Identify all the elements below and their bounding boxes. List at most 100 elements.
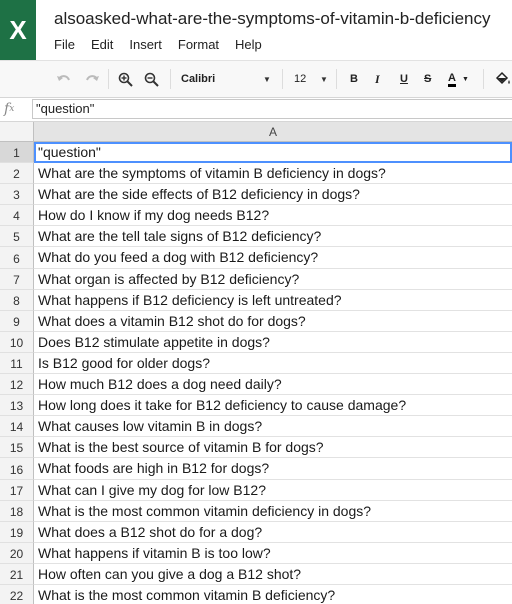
zoom-out-button[interactable] bbox=[144, 61, 159, 97]
row-number[interactable]: 17 bbox=[0, 479, 34, 501]
strikethrough-button[interactable]: S bbox=[424, 61, 431, 97]
undo-icon bbox=[57, 75, 70, 81]
bold-button[interactable]: B bbox=[350, 61, 358, 97]
table-row: 1 "question" bbox=[0, 142, 512, 164]
row-number[interactable]: 19 bbox=[0, 521, 34, 543]
row-number[interactable]: 1 bbox=[0, 142, 34, 164]
row-number[interactable]: 7 bbox=[0, 268, 34, 290]
menu-bar: File Edit Insert Format Help bbox=[54, 37, 278, 55]
row-number[interactable]: 22 bbox=[0, 584, 34, 604]
row-number[interactable]: 13 bbox=[0, 395, 34, 417]
chevron-down-icon: ▼ bbox=[320, 74, 328, 84]
table-row: 12 How much B12 does a dog need daily? bbox=[0, 374, 512, 396]
row-number[interactable]: 11 bbox=[0, 352, 34, 375]
document-title[interactable]: alsoasked-what-are-the-symptoms-of-vitam… bbox=[54, 9, 512, 29]
table-row: 19 What does a B12 shot do for a dog? bbox=[0, 521, 512, 543]
table-cell[interactable]: What does a vitamin B12 shot do for dogs… bbox=[34, 311, 512, 332]
row-number[interactable]: 5 bbox=[0, 226, 34, 248]
table-cell[interactable]: Is B12 good for older dogs? bbox=[34, 353, 512, 375]
zoom-out-icon bbox=[144, 72, 159, 87]
row-number[interactable]: 9 bbox=[0, 310, 34, 332]
redo-button[interactable] bbox=[84, 61, 100, 97]
table-cell[interactable]: How much B12 does a dog need daily? bbox=[34, 374, 512, 396]
zoom-in-button[interactable] bbox=[118, 61, 133, 97]
font-family-select[interactable]: Calibri ▼ bbox=[181, 61, 271, 97]
table-cell[interactable]: Does B12 stimulate appetite in dogs? bbox=[34, 332, 512, 353]
table-row: 7 What organ is affected by B12 deficienc… bbox=[0, 268, 512, 290]
font-family-value: Calibri bbox=[181, 73, 216, 85]
row-number[interactable]: 2 bbox=[0, 163, 34, 185]
toolbar-divider bbox=[170, 69, 171, 89]
text-color-icon: A bbox=[448, 72, 456, 87]
table-cell[interactable]: What does a B12 shot do for a dog? bbox=[34, 522, 512, 543]
italic-button[interactable]: I bbox=[375, 61, 380, 97]
row-number[interactable]: 16 bbox=[0, 458, 34, 480]
table-cell[interactable]: What is the most common vitamin deficien… bbox=[34, 501, 512, 522]
table-row: 11 Is B12 good for older dogs? bbox=[0, 352, 512, 375]
menu-insert[interactable]: Insert bbox=[129, 37, 162, 55]
table-cell[interactable]: What is the best source of vitamin B for… bbox=[34, 437, 512, 459]
table-cell[interactable]: What are the symptoms of vitamin B defic… bbox=[34, 163, 512, 185]
table-row: 8 What happens if B12 deficiency is left … bbox=[0, 289, 512, 311]
table-row: 4 How do I know if my dog needs B12? bbox=[0, 205, 512, 227]
row-number[interactable]: 12 bbox=[0, 374, 34, 396]
fill-color-button[interactable] bbox=[494, 61, 512, 97]
row-number[interactable]: 10 bbox=[0, 331, 34, 353]
formula-input[interactable]: "question" bbox=[32, 99, 512, 119]
table-row: 18 What is the most common vitamin defici… bbox=[0, 500, 512, 522]
underline-icon: U bbox=[400, 73, 408, 85]
formula-bar: fx "question" bbox=[0, 98, 512, 122]
table-cell[interactable]: What organ is affected by B12 deficiency… bbox=[34, 269, 512, 290]
undo-button[interactable] bbox=[56, 61, 72, 97]
text-color-button[interactable]: A ▼ bbox=[448, 61, 469, 97]
table-cell[interactable]: What are the tell tale signs of B12 defi… bbox=[34, 226, 512, 248]
table-cell[interactable]: What do you feed a dog with B12 deficien… bbox=[34, 247, 512, 269]
font-size-select[interactable]: 12 ▼ bbox=[294, 61, 330, 97]
zoom-in-icon bbox=[118, 72, 133, 87]
table-cell[interactable]: What causes low vitamin B in dogs? bbox=[34, 416, 512, 438]
table-row: 21 How often can you give a dog a B12 sho… bbox=[0, 563, 512, 585]
redo-icon bbox=[86, 75, 99, 81]
row-number[interactable]: 20 bbox=[0, 542, 34, 564]
table-cell[interactable]: How long does it take for B12 deficiency… bbox=[34, 395, 512, 417]
toolbar-divider bbox=[336, 69, 337, 89]
menu-edit[interactable]: Edit bbox=[91, 37, 113, 55]
row-number[interactable]: 4 bbox=[0, 205, 34, 227]
toolbar-divider bbox=[282, 69, 283, 89]
row-number[interactable]: 8 bbox=[0, 289, 34, 311]
fx-icon: fx bbox=[4, 101, 15, 117]
table-cell[interactable]: What can I give my dog for low B12? bbox=[34, 480, 512, 501]
menu-help[interactable]: Help bbox=[235, 37, 262, 55]
table-row: 6 What do you feed a dog with B12 deficie… bbox=[0, 247, 512, 269]
row-number[interactable]: 18 bbox=[0, 500, 34, 522]
italic-icon: I bbox=[375, 71, 380, 86]
select-all-corner[interactable] bbox=[0, 122, 34, 142]
row-number[interactable]: 14 bbox=[0, 416, 34, 438]
font-size-value: 12 bbox=[294, 73, 307, 85]
table-cell[interactable]: What foods are high in B12 for dogs? bbox=[34, 458, 512, 480]
table-cell[interactable]: What are the side effects of B12 deficie… bbox=[34, 184, 512, 206]
menu-format[interactable]: Format bbox=[178, 37, 219, 55]
active-cell[interactable]: "question" bbox=[34, 142, 512, 164]
row-number[interactable]: 6 bbox=[0, 247, 34, 269]
table-cell[interactable]: How do I know if my dog needs B12? bbox=[34, 205, 512, 227]
underline-button[interactable]: U bbox=[400, 61, 408, 97]
chevron-down-icon: ▼ bbox=[461, 75, 469, 83]
toolbar-divider bbox=[108, 69, 109, 89]
row-number[interactable]: 15 bbox=[0, 437, 34, 459]
table-cell[interactable]: What happens if B12 deficiency is left u… bbox=[34, 290, 512, 311]
menu-file[interactable]: File bbox=[54, 37, 75, 55]
column-header-a[interactable]: A bbox=[34, 122, 512, 142]
table-cell[interactable]: What is the most common vitamin B defici… bbox=[34, 585, 512, 604]
table-row: 9 What does a vitamin B12 shot do for dog… bbox=[0, 310, 512, 332]
sheet-rows: 1 "question" 2 What are the symptoms of vit… bbox=[0, 142, 512, 604]
table-cell[interactable]: How often can you give a dog a B12 shot? bbox=[34, 564, 512, 585]
row-number[interactable]: 21 bbox=[0, 563, 34, 585]
table-row: 10 Does B12 stimulate appetite in dogs? bbox=[0, 331, 512, 353]
table-row: 3 What are the side effects of B12 defici… bbox=[0, 184, 512, 206]
logo-letter: X bbox=[9, 14, 27, 45]
row-number[interactable]: 3 bbox=[0, 184, 34, 206]
table-row: 14 What causes low vitamin B in dogs? bbox=[0, 416, 512, 438]
toolbar-divider bbox=[483, 69, 484, 89]
table-cell[interactable]: What happens if vitamin B is too low? bbox=[34, 543, 512, 564]
